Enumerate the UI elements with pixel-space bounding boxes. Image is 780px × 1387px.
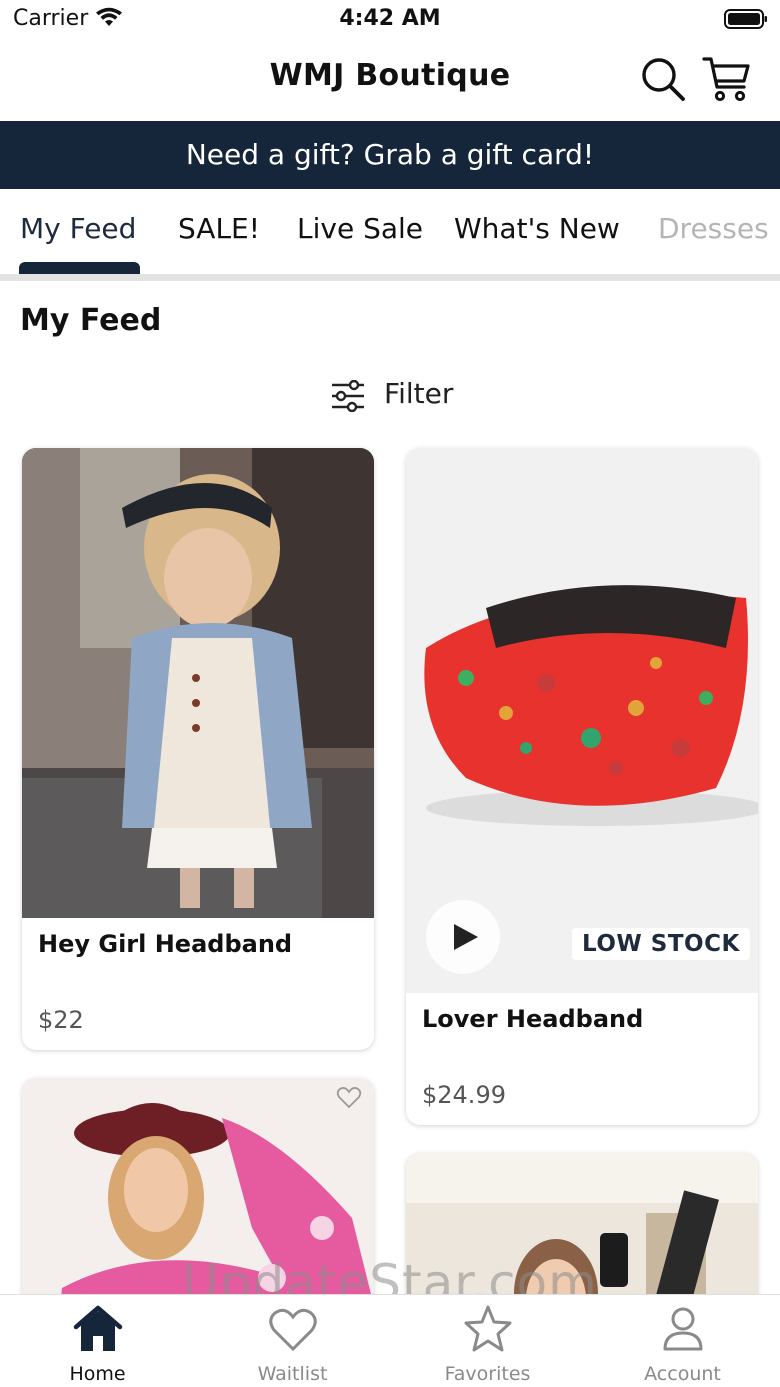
- bottom-nav: Home Waitlist Favorites Account: [0, 1294, 780, 1387]
- product-card[interactable]: Hey Girl Headband $22: [22, 448, 374, 1050]
- page-title: My Feed: [20, 303, 162, 338]
- product-price: $22: [38, 1006, 84, 1034]
- tab-live-sale[interactable]: Live Sale: [297, 212, 423, 245]
- category-tabs: My Feed SALE! Live Sale What's New Dress…: [0, 190, 780, 274]
- battery-icon: [724, 9, 767, 29]
- cart-icon[interactable]: [702, 54, 752, 104]
- low-stock-badge: LOW STOCK: [572, 928, 750, 960]
- account-icon: [663, 1307, 703, 1351]
- play-icon: [454, 924, 478, 950]
- heart-icon: [269, 1308, 317, 1352]
- nav-home[interactable]: Home: [0, 1295, 195, 1387]
- gift-card-banner[interactable]: Need a gift? Grab a gift card!: [0, 121, 780, 189]
- active-tab-indicator: [19, 262, 140, 274]
- product-title: Hey Girl Headband: [38, 930, 293, 958]
- nav-label: Account: [644, 1363, 721, 1385]
- status-bar: Carrier 4:42 AM: [0, 0, 780, 40]
- status-time: 4:42 AM: [339, 6, 441, 31]
- nav-favorites[interactable]: Favorites: [390, 1295, 585, 1387]
- tab-dresses[interactable]: Dresses: [658, 212, 769, 245]
- filter-label: Filter: [384, 377, 454, 410]
- tab-whats-new[interactable]: What's New: [454, 212, 620, 245]
- filter-sliders-icon: [332, 380, 364, 412]
- product-title: Lover Headband: [422, 1005, 644, 1033]
- product-price: $24.99: [422, 1081, 506, 1109]
- tabs-divider: [0, 274, 780, 281]
- play-video-button[interactable]: [426, 900, 500, 974]
- tab-sale[interactable]: SALE!: [178, 212, 260, 245]
- search-icon[interactable]: [640, 56, 686, 102]
- app-header: WMJ Boutique: [0, 40, 780, 120]
- nav-label: Home: [69, 1363, 126, 1385]
- filter-button[interactable]: Filter: [330, 374, 460, 418]
- nav-account[interactable]: Account: [585, 1295, 780, 1387]
- tab-my-feed[interactable]: My Feed: [20, 212, 136, 245]
- favorite-heart-icon[interactable]: [336, 1086, 362, 1110]
- nav-waitlist[interactable]: Waitlist: [195, 1295, 390, 1387]
- nav-label: Favorites: [444, 1363, 531, 1385]
- product-card[interactable]: LOW STOCK Lover Headband $24.99: [406, 448, 758, 1125]
- home-icon: [73, 1305, 123, 1351]
- product-image: [22, 448, 374, 918]
- star-icon: [464, 1305, 512, 1352]
- nav-label: Waitlist: [257, 1363, 328, 1385]
